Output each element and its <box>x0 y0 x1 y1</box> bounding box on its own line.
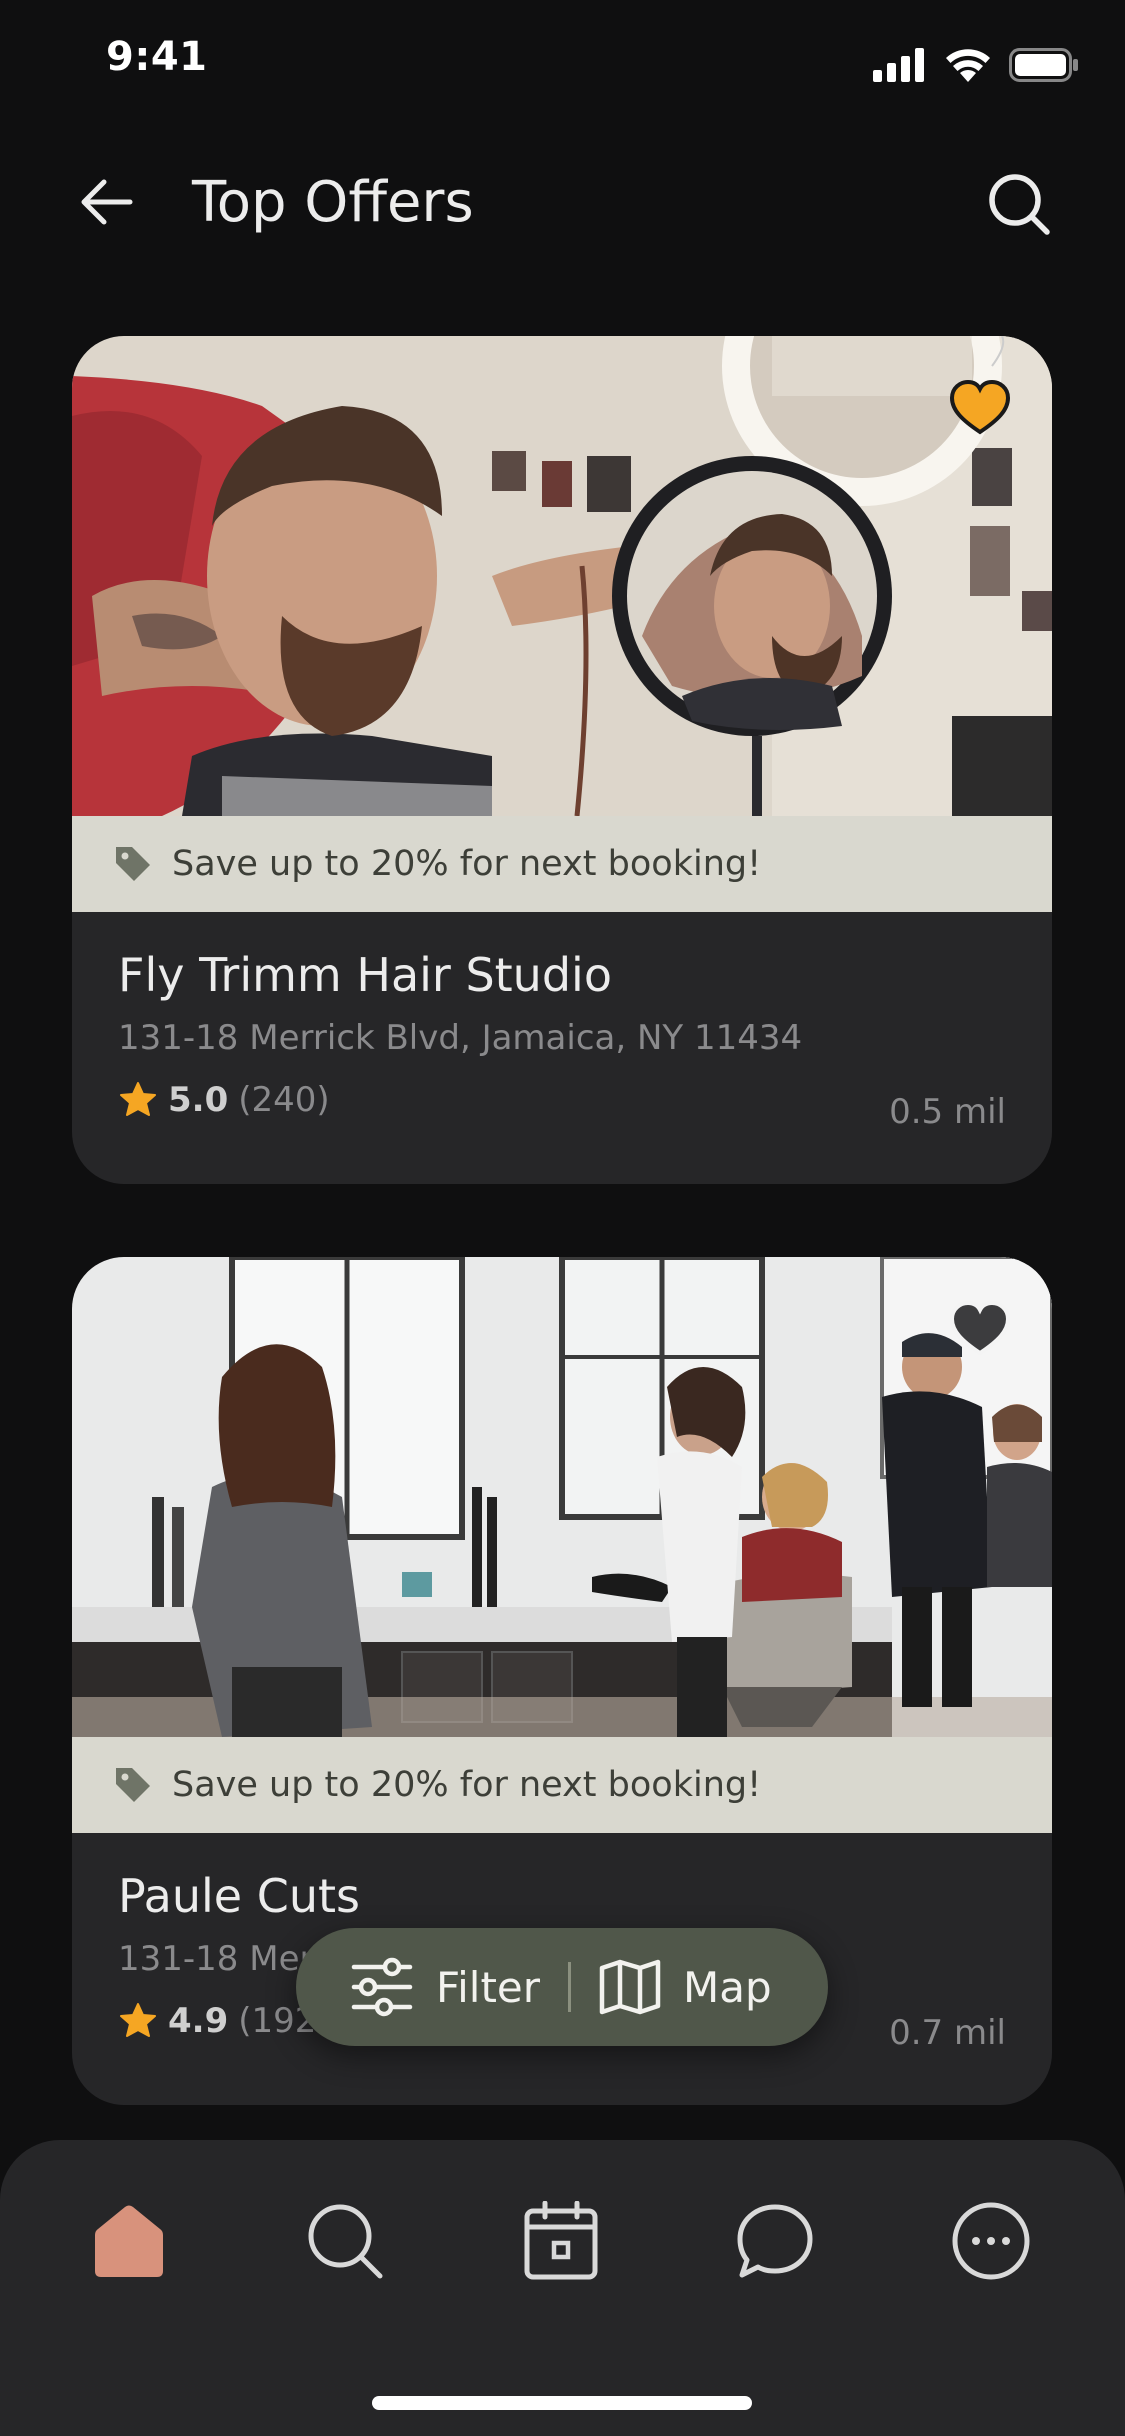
tab-bar <box>0 2140 1125 2436</box>
search-icon <box>989 174 1050 235</box>
screen: 9:41 Top Offers Save up to 20% for next … <box>0 0 1125 2436</box>
star-icon <box>120 1082 156 1116</box>
review-count: (240) <box>238 1080 330 1120</box>
map-button[interactable]: Map <box>599 1928 772 2046</box>
promo-text: Save up to 20% for next booking! <box>172 844 762 884</box>
rating-row: 5.0 (240) <box>118 1080 1006 1120</box>
tab-more[interactable] <box>946 2196 1036 2286</box>
card-body: Fly Trimm Hair Studio 131-18 Merrick Blv… <box>72 912 1052 1184</box>
map-icon <box>599 1959 661 2015</box>
tag-icon <box>116 1768 150 1802</box>
filter-map-toggle: Filter Map <box>296 1928 828 2046</box>
favorite-button[interactable] <box>948 376 1012 440</box>
battery-icon <box>1009 48 1078 82</box>
business-name: Paule Cuts <box>118 1869 360 1923</box>
chat-bubble-icon <box>737 2204 813 2278</box>
business-name: Fly Trimm Hair Studio <box>118 948 612 1002</box>
promo-text: Save up to 20% for next booking! <box>172 1765 762 1805</box>
rating-value: 5.0 <box>168 1080 229 1120</box>
promo-strip: Save up to 20% for next booking! <box>72 1737 1052 1833</box>
promo-strip: Save up to 20% for next booking! <box>72 816 1052 912</box>
more-icon <box>952 2202 1030 2280</box>
hair-salon-interior-photo <box>72 1257 1052 1737</box>
home-icon <box>95 2205 163 2277</box>
distance: 0.5 mil <box>889 1092 1006 1132</box>
tab-home[interactable] <box>84 2196 174 2286</box>
back-button[interactable] <box>74 170 138 234</box>
heart-filled-icon <box>949 379 1011 435</box>
business-address: 131-18 Merrick Blvd, Jamaica, NY 11434 <box>118 1018 803 1058</box>
sliders-icon <box>351 1957 413 2017</box>
barbershop-mirror-photo <box>72 336 1052 816</box>
arrow-left-icon <box>81 179 133 225</box>
map-label: Map <box>683 1962 772 2012</box>
calendar-icon <box>524 2201 598 2280</box>
page-title: Top Offers <box>192 170 474 235</box>
wifi-icon <box>946 49 990 82</box>
cellular-signal-icon <box>873 48 924 82</box>
distance: 0.7 mil <box>889 2013 1006 2053</box>
search-button[interactable] <box>985 170 1053 238</box>
heart-icon <box>949 1300 1011 1356</box>
tab-bookings[interactable] <box>516 2196 606 2286</box>
tag-icon <box>116 847 150 881</box>
search-icon <box>308 2204 383 2279</box>
offer-card[interactable]: Save up to 20% for next booking! Fly Tri… <box>72 336 1052 1184</box>
tab-search[interactable] <box>300 2196 390 2286</box>
pill-divider <box>568 1962 572 2012</box>
tab-messages[interactable] <box>730 2196 820 2286</box>
filter-label: Filter <box>436 1962 541 2012</box>
star-icon <box>120 2003 156 2037</box>
home-indicator <box>372 2396 752 2410</box>
rating-value: 4.9 <box>168 2001 229 2041</box>
favorite-button[interactable] <box>948 1297 1012 1361</box>
filter-button[interactable]: Filter <box>296 1928 540 2046</box>
status-icons <box>873 48 1079 82</box>
status-time: 9:41 <box>106 34 208 80</box>
